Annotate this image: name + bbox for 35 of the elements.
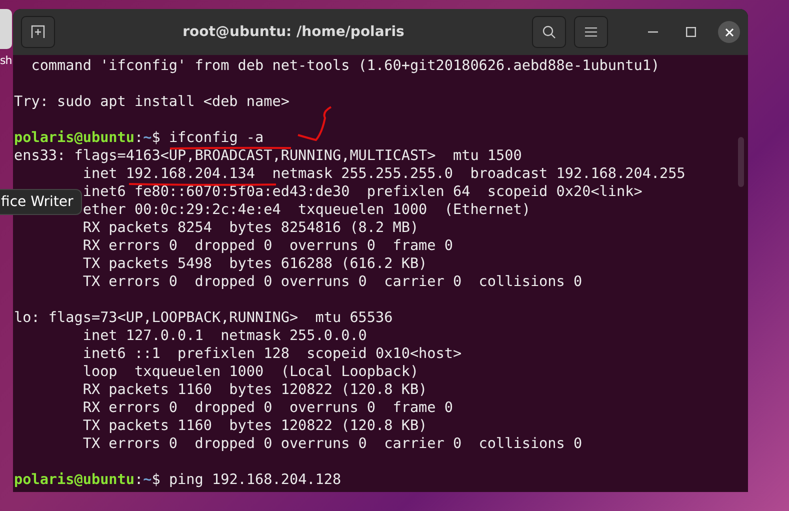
prompt-line: polaris@ubuntu:~$ ping 192.168.204.128 (14, 473, 342, 488)
maximize-icon (686, 27, 696, 37)
terminal-line: ens33: flags=4163<UP,BROADCAST,RUNNING,MULTICAST> mtu 1500 (14, 149, 522, 164)
terminal-line: lo: flags=73<UP,LOOPBACK,RUNNING> mtu 65536 (14, 311, 393, 326)
search-button[interactable] (532, 16, 566, 48)
new-tab-icon (31, 25, 45, 39)
terminal-line: command 'ifconfig' from deb net-tools (1.60+git20180626.aebd88e-1ubuntu1) (30, 59, 660, 74)
scrollbar[interactable] (738, 137, 744, 187)
terminal-line: ether 00:0c:29:2c:4e:e4 txqueuelen 1000 (Ethernet) (82, 203, 530, 218)
terminal-line: inet 192.168.204.134 netmask 255.255.255.0 broadcast 192.168.204.255 (82, 167, 686, 182)
terminal-line: TX errors 0 dropped 0 overruns 0 carrier 0 collisions 0 (82, 437, 582, 452)
terminal-line: Try: sudo apt install <deb name> (14, 95, 290, 110)
terminal-line: inet6 ::1 prefixlen 128 scopeid 0x10<host> (82, 347, 462, 362)
minimize-icon (648, 31, 658, 33)
terminal-line: TX packets 5498 bytes 616288 (616.2 KB) (82, 257, 428, 272)
terminal-line: TX packets 1160 bytes 120822 (120.8 KB) (82, 419, 428, 434)
search-icon (542, 25, 556, 39)
prompt-line: polaris@ubuntu:~$ ifconfig -a (14, 131, 264, 146)
terminal-line: RX packets 8254 bytes 8254816 (8.2 MB) (82, 221, 419, 236)
menu-icon (585, 27, 597, 37)
dock-label: sh (0, 54, 12, 67)
close-button[interactable] (718, 21, 740, 43)
check-mark (298, 106, 332, 141)
new-tab-button[interactable] (21, 16, 55, 48)
terminal-line: RX errors 0 dropped 0 overruns 0 frame 0 (82, 401, 453, 416)
close-icon (724, 28, 734, 36)
tooltip: fice Writer (0, 189, 82, 215)
terminal-line: inet6 fe80::6070:5f0a:ed43:de30 prefixlen 64 scopeid 0x20<link> (82, 185, 642, 200)
terminal-line: RX errors 0 dropped 0 overruns 0 frame 0 (82, 239, 453, 254)
window-title: root@ubuntu: /home/polaris (182, 24, 406, 40)
menu-button[interactable] (574, 16, 608, 48)
terminal-line: loop txqueuelen 1000 (Local Loopback) (82, 365, 419, 380)
terminal-line: RX packets 1160 bytes 120822 (120.8 KB) (82, 383, 428, 398)
terminal-line: inet 127.0.0.1 netmask 255.0.0.0 (82, 329, 367, 344)
terminal-line: TX errors 0 dropped 0 overruns 0 carrier 0 collisions 0 (82, 275, 582, 290)
